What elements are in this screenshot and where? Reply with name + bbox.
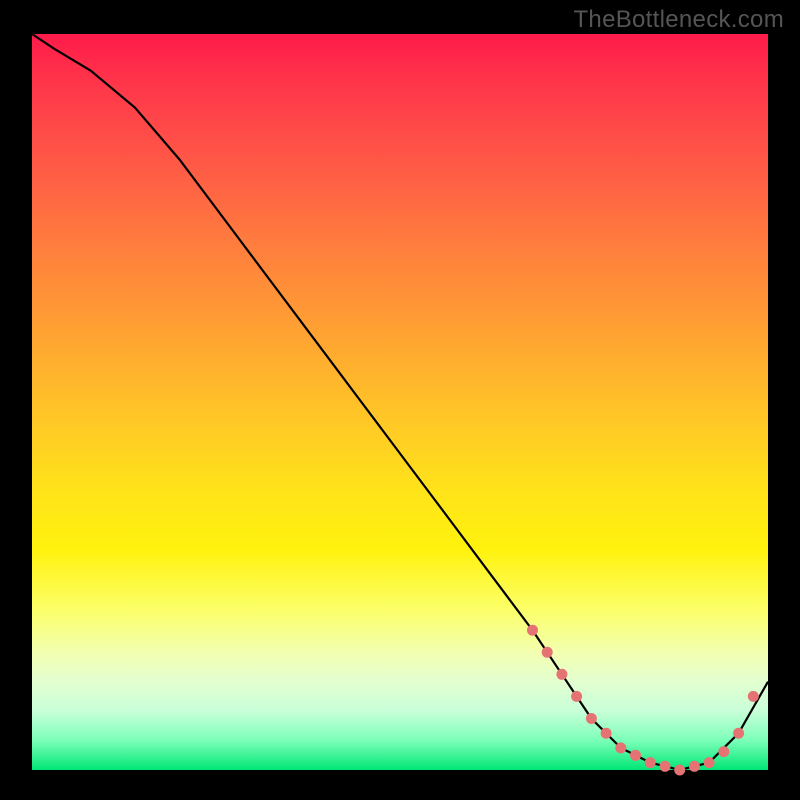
curve-marker	[542, 647, 553, 658]
curve-marker	[601, 728, 612, 739]
chart-container: TheBottleneck.com	[0, 0, 800, 800]
curve-marker	[704, 757, 715, 768]
chart-svg	[32, 34, 768, 770]
curve-marker	[586, 713, 597, 724]
curve-marker	[556, 669, 567, 680]
curve-marker	[718, 746, 729, 757]
curve-line	[32, 34, 768, 770]
curve-marker	[527, 625, 538, 636]
curve-marker	[645, 757, 656, 768]
curve-marker	[689, 761, 700, 772]
curve-marker	[571, 691, 582, 702]
curve-marker	[674, 765, 685, 776]
plot-area	[32, 34, 768, 770]
curve-marker	[748, 691, 759, 702]
curve-marker	[660, 761, 671, 772]
curve-marker	[615, 742, 626, 753]
curve-marker	[630, 750, 641, 761]
curve-marker	[733, 728, 744, 739]
watermark-text: TheBottleneck.com	[573, 6, 784, 34]
